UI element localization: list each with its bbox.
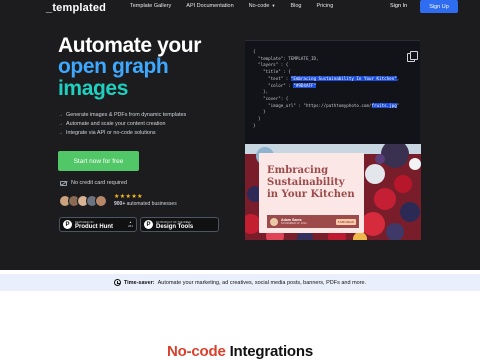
nav-no-code[interactable]: No-code ▼ bbox=[249, 3, 276, 9]
businesses-count: 900+ bbox=[114, 201, 126, 207]
integrations-heading: No-code Integrations bbox=[0, 343, 480, 360]
clock-icon bbox=[113, 279, 121, 286]
code-line: } bbox=[253, 122, 256, 128]
top-nav: _templated Template Gallery API Document… bbox=[0, 0, 480, 14]
badge-title: Design Tools bbox=[156, 223, 194, 230]
star-rating-icon: ★★★★★ bbox=[114, 194, 143, 200]
badge-text: FEATURED ON Product Hunt bbox=[75, 220, 113, 230]
feature-text: Automate and scale your content creation bbox=[66, 121, 166, 127]
api-code-sample: { "template": TEMPLATE_ID, "layers" : { … bbox=[245, 40, 420, 144]
no-credit-card-text: No credit card required bbox=[71, 180, 127, 186]
feature-text: Generate images & PDFs from dynamic temp… bbox=[66, 112, 187, 118]
generated-image-preview: Embracing Sustainability in Your Kitchen… bbox=[245, 144, 421, 240]
nav-no-code-label: No-code bbox=[248, 3, 270, 9]
badge-text: #2 PRODUCT OF THE WEEK Design Tools bbox=[156, 220, 193, 230]
feature-list: → Generate images & PDFs from dynamic tem… bbox=[58, 111, 186, 138]
code-line: "layers" : { bbox=[253, 62, 289, 68]
feature-item: → Generate images & PDFs from dynamic tem… bbox=[58, 111, 186, 120]
code-line: } bbox=[253, 116, 261, 122]
headline-line-2: open graph bbox=[58, 55, 169, 79]
preview-title: Embracing Sustainability in Your Kitchen bbox=[267, 165, 355, 200]
code-line: " bbox=[396, 102, 400, 108]
feature-item: → Automate and scale your content creatio… bbox=[58, 120, 186, 129]
timesaver-text: Automate your marketing, ad creatives, s… bbox=[157, 279, 367, 286]
code-line: { bbox=[253, 49, 256, 54]
customer-avatars bbox=[59, 195, 107, 207]
timesaver-banner: Time-saver: Automate your marketing, ad … bbox=[0, 274, 480, 291]
product-hunt-icon: P bbox=[63, 220, 72, 229]
chevron-down-icon: ▼ bbox=[271, 3, 276, 8]
code-line: } bbox=[253, 109, 266, 115]
code-key: "color" : bbox=[253, 82, 294, 88]
businesses-label: automated businesses bbox=[126, 201, 177, 207]
no-credit-card-icon bbox=[60, 180, 67, 186]
nav-api-documentation[interactable]: API Documentation bbox=[186, 3, 233, 9]
avatar bbox=[270, 217, 278, 226]
badge-title: Product Hunt bbox=[75, 223, 113, 230]
nav-template-gallery[interactable]: Template Gallery bbox=[130, 3, 171, 9]
arrow-right-icon: → bbox=[58, 112, 63, 118]
code-line: "cover": { bbox=[253, 95, 289, 101]
nav-pricing[interactable]: Pricing bbox=[316, 3, 333, 9]
code-value-highlight: fruits.jpg bbox=[371, 102, 397, 108]
feature-item: → Integrate via API or no-code solutions bbox=[58, 129, 186, 138]
product-hunt-badge[interactable]: P FEATURED ON Product Hunt ▲ 261 bbox=[59, 217, 137, 232]
headline-line-3: images bbox=[58, 76, 128, 100]
code-value-highlight: "Embracing Sustainability In Your Kitche… bbox=[290, 75, 397, 81]
hero-headline: Automate your open graph images bbox=[58, 34, 248, 100]
preview-author-bar: Adam Sams NOVEMBER 22, 2022 5 MIN READ bbox=[267, 215, 359, 228]
code-line: "template": TEMPLATE_ID, bbox=[253, 55, 319, 61]
upvote-number: 261 bbox=[127, 223, 133, 228]
feature-text: Integrate via API or no-code solutions bbox=[66, 130, 156, 136]
signin-link[interactable]: Sign In bbox=[390, 3, 407, 9]
nav-links: Template Gallery API Documentation No-co… bbox=[130, 3, 333, 9]
nav-blog[interactable]: Blog bbox=[290, 3, 301, 9]
preview-author: Adam Sams NOVEMBER 22, 2022 bbox=[281, 218, 307, 226]
avatar bbox=[95, 195, 107, 207]
signup-button[interactable]: Sign Up bbox=[420, 0, 458, 13]
code-key: "image_url" : "https://pathtomyphoto.com… bbox=[253, 102, 372, 108]
no-credit-card-note: No credit card required bbox=[60, 180, 127, 186]
preview-date: NOVEMBER 22, 2022 bbox=[281, 221, 307, 225]
code-key: "text" : bbox=[253, 75, 291, 81]
hero-section: _templated Template Gallery API Document… bbox=[0, 0, 480, 270]
arrow-right-icon: → bbox=[58, 121, 63, 127]
product-hunt-icon: P bbox=[144, 220, 153, 229]
preview-read-badge: 5 MIN READ bbox=[335, 218, 356, 225]
start-free-button[interactable]: Start now for free bbox=[58, 151, 139, 171]
rating-block: ★★★★★ 900+ automated businesses bbox=[114, 194, 177, 208]
code-line: "title" : { bbox=[253, 69, 291, 75]
code-value-highlight: "#9D4AFF" bbox=[293, 82, 317, 88]
design-tools-badge[interactable]: P #2 PRODUCT OF THE WEEK Design Tools bbox=[140, 217, 219, 232]
timesaver-label: Time-saver: bbox=[123, 279, 155, 286]
arrow-right-icon: → bbox=[58, 130, 63, 136]
code-line: }, bbox=[253, 89, 269, 95]
upvote-count: ▲ 261 bbox=[127, 220, 133, 228]
preview-card: Embracing Sustainability in Your Kitchen… bbox=[259, 153, 364, 233]
logo[interactable]: _templated bbox=[46, 2, 106, 14]
copy-icon[interactable] bbox=[407, 51, 418, 62]
integrations-rest: Integrations bbox=[229, 343, 314, 360]
headline-line-1: Automate your bbox=[58, 34, 201, 57]
integrations-highlight: No-code bbox=[166, 343, 226, 360]
